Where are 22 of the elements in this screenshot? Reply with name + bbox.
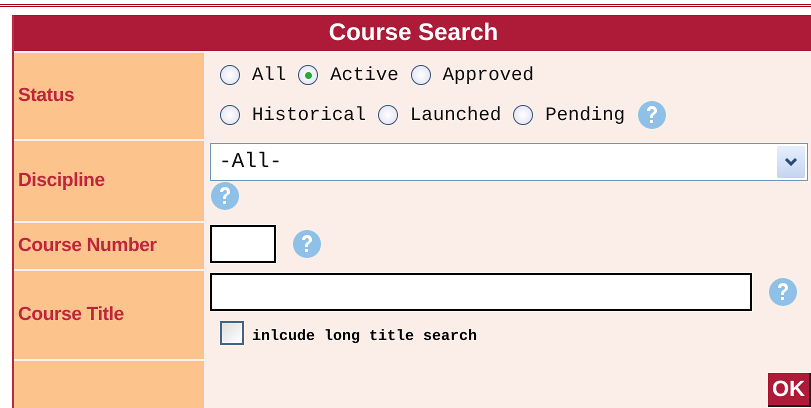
radio-option[interactable]: Historical — [220, 104, 366, 126]
course-number-field[interactable] — [210, 225, 276, 263]
radio-option[interactable]: Active — [298, 64, 399, 86]
chevron-down-icon — [784, 157, 798, 167]
help-icon[interactable] — [768, 277, 798, 307]
radio-option[interactable]: Approved — [410, 64, 534, 86]
checkbox[interactable] — [220, 321, 244, 345]
field-label: Status — [14, 53, 204, 139]
field-label: Course Title — [14, 271, 204, 359]
ok-button[interactable]: OK — [768, 373, 811, 407]
field-label: Discipline — [14, 141, 204, 221]
help-icon[interactable] — [637, 100, 668, 130]
field-label: Course Number — [14, 223, 204, 269]
radio-option[interactable]: Pending — [513, 104, 626, 126]
help-icon[interactable] — [210, 181, 240, 211]
radio-option[interactable]: Launched — [378, 104, 502, 126]
panel-title: Course Search — [14, 15, 811, 51]
discipline-dropdown[interactable]: -All- — [210, 143, 808, 181]
course-title-field[interactable] — [210, 273, 752, 311]
radio-option[interactable]: All — [220, 64, 286, 86]
checkbox-label: inlcude long title search — [252, 328, 478, 344]
help-icon[interactable] — [292, 229, 322, 259]
